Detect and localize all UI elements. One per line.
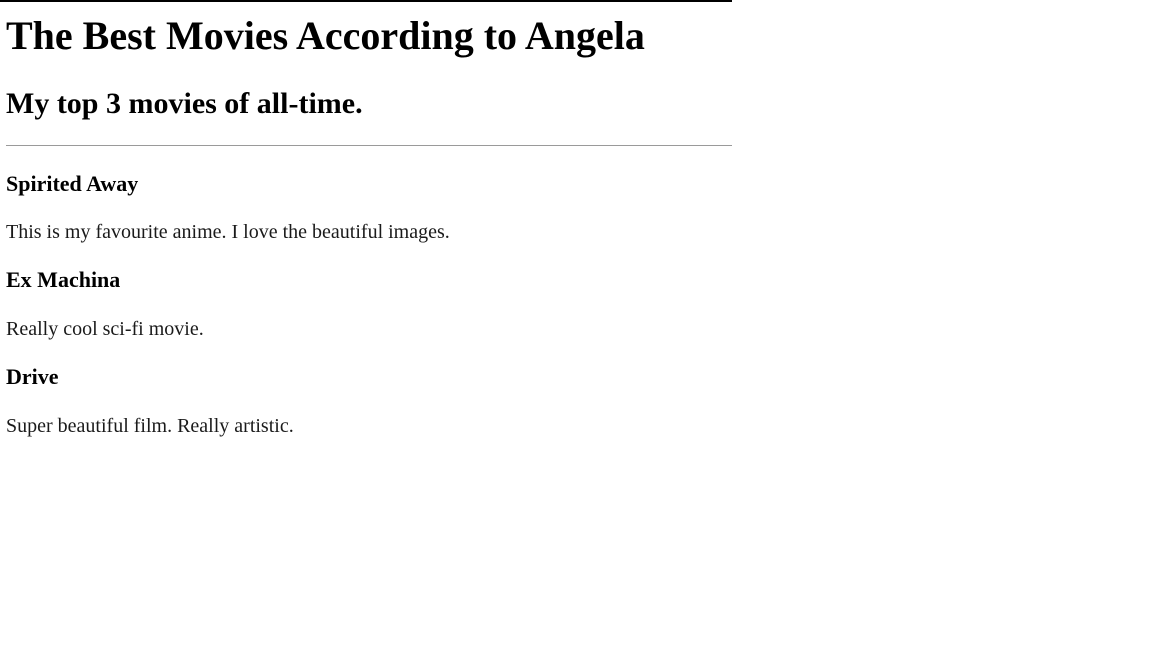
movie-description: This is my favourite anime. I love the b… <box>6 221 450 243</box>
movie-title: Ex Machina <box>6 267 121 292</box>
movie-description: Super beautiful film. Really artistic. <box>6 415 294 437</box>
movie-title: Drive <box>6 364 59 389</box>
movie-title: Spirited Away <box>6 171 139 196</box>
top-border-line <box>0 0 732 2</box>
page-subtitle: My top 3 movies of all-time. <box>6 87 363 120</box>
section-divider <box>6 145 732 146</box>
page-title: The Best Movies According to Angela <box>6 13 645 58</box>
movie-description: Really cool sci-fi movie. <box>6 318 204 340</box>
